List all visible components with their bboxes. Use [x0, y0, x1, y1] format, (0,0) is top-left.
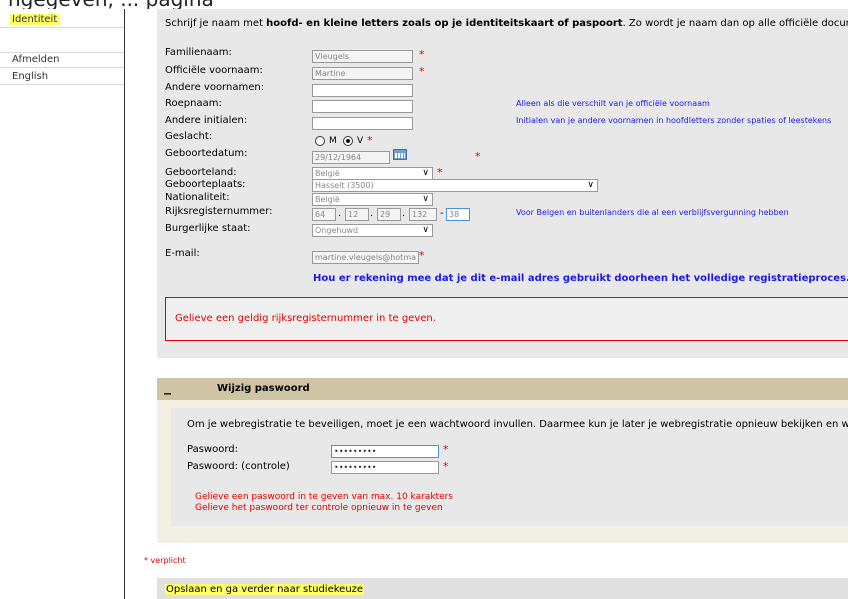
label-geboorteplaats: Geboorteplaats:: [165, 179, 246, 190]
sidebar-item-label: Identiteit: [10, 14, 60, 25]
geboorteplaats-select[interactable]: Hasselt (3500) ∨: [312, 179, 598, 192]
save-bar: Opslaan en ga verder naar studiekeuze: [157, 578, 848, 599]
label-initialen: Andere initialen:: [165, 115, 248, 126]
rijksregister-separator: .: [338, 208, 342, 219]
password-panel-header[interactable]: _ Wijzig paswoord: [157, 378, 848, 400]
label-roepnaam: Roepnaam:: [165, 98, 222, 109]
collapse-toggle[interactable]: _: [164, 379, 171, 395]
sidebar-item-label: English: [12, 71, 49, 82]
label-paswoord: Paswoord:: [187, 444, 238, 455]
label-burgerlijke-staat: Burgerlijke staat:: [165, 223, 251, 234]
label-nationaliteit: Nationaliteit:: [165, 192, 230, 203]
identity-section: Schrijf je naam met hoofd- en kleine let…: [157, 9, 848, 358]
geslacht-v-label: V: [357, 136, 364, 146]
burgerlijke-staat-select[interactable]: Ongehuwd ∨: [312, 224, 433, 237]
required-star: *: [443, 443, 449, 456]
rijksregister-error-box: Gelieve een geldig rijksregisternummer i…: [165, 297, 848, 341]
password-panel: _ Wijzig paswoord Om je webregistratie t…: [157, 378, 848, 543]
label-rijksregister: Rijksregisternummer:: [165, 206, 273, 217]
password-error-2: Gelieve het paswoord ter controle opnieu…: [195, 503, 443, 513]
sidebar-item-identiteit[interactable]: Identiteit: [0, 13, 124, 28]
initialen-note: Initialen van je andere voornamen in hoo…: [516, 116, 832, 125]
label-voornaam: Officiële voornaam:: [165, 65, 263, 76]
andere-voornamen-input[interactable]: [312, 84, 413, 97]
sidebar-item-afmelden[interactable]: Afmelden: [0, 52, 124, 68]
rijksregister-note: Voor Belgen en buitenlanders die al een …: [516, 208, 789, 217]
chevron-down-icon: ∨: [422, 168, 429, 178]
required-star: *: [443, 460, 449, 473]
chevron-down-icon: ∨: [587, 180, 594, 190]
required-star: *: [437, 166, 443, 179]
rijksregister-part5-input[interactable]: 38: [446, 208, 470, 221]
password-panel-body: Om je webregistratie te beveiligen, moet…: [171, 408, 848, 526]
calendar-icon[interactable]: [393, 149, 407, 160]
rijksregister-part3-input[interactable]: 29: [377, 208, 401, 221]
voornaam-input[interactable]: Martine: [312, 67, 413, 80]
required-star: *: [419, 48, 425, 61]
chevron-down-icon: ∨: [422, 225, 429, 235]
roepnaam-note: Alleen als die verschilt van je officiël…: [516, 99, 710, 108]
label-paswoord-controle: Paswoord: (controle): [187, 461, 290, 472]
paswoord-input[interactable]: •••••••••: [331, 445, 439, 458]
roepnaam-input[interactable]: [312, 100, 413, 113]
required-star: *: [475, 150, 481, 163]
familienaam-input[interactable]: Vleugels: [312, 50, 413, 63]
sidebar-item-label: Afmelden: [12, 54, 60, 65]
identity-intro: Schrijf je naam met hoofd- en kleine let…: [165, 18, 848, 29]
label-andere-voornamen: Andere voornamen:: [165, 82, 265, 93]
label-geboorteland: Geboorteland:: [165, 167, 237, 178]
save-continue-button[interactable]: Opslaan en ga verder naar studiekeuze: [165, 584, 365, 595]
rijksregister-separator: .: [370, 208, 374, 219]
required-legend: * verplicht: [144, 556, 186, 565]
rijksregister-part2-input[interactable]: 12: [345, 208, 369, 221]
password-panel-title: Wijzig paswoord: [217, 383, 310, 394]
geslacht-v-radio[interactable]: [343, 136, 353, 146]
rijksregister-part1-input[interactable]: 64: [312, 208, 336, 221]
required-star: *: [367, 134, 373, 147]
nationaliteit-select[interactable]: België ∨: [312, 193, 433, 206]
label-geboortedatum: Geboortedatum:: [165, 148, 248, 159]
label-familienaam: Familienaam:: [165, 47, 232, 58]
geslacht-m-label: M: [329, 136, 337, 146]
label-email: E-mail:: [165, 248, 200, 259]
password-intro: Om je webregistratie te beveiligen, moet…: [187, 419, 848, 430]
password-error-1: Gelieve een paswoord in te geven van max…: [195, 492, 453, 502]
email-input[interactable]: martine.vleugels@hotma: [312, 251, 419, 264]
rijksregister-part4-input[interactable]: 132: [409, 208, 437, 221]
geslacht-m-radio[interactable]: [315, 136, 325, 146]
required-star: *: [419, 249, 425, 262]
initialen-input[interactable]: [312, 117, 413, 130]
rijksregister-error: Gelieve een geldig rijksregisternummer i…: [175, 313, 436, 324]
rijksregister-separator: .: [402, 208, 406, 219]
paswoord-controle-input[interactable]: •••••••••: [331, 461, 439, 474]
rijksregister-separator: -: [440, 208, 444, 219]
chevron-down-icon: ∨: [422, 194, 429, 204]
top-clipped-text: ngegeven, ... pagina: [0, 0, 848, 9]
email-warning: Hou er rekening mee dat je dit e-mail ad…: [313, 273, 848, 284]
label-geslacht: Geslacht:: [165, 131, 213, 142]
sidebar: Identiteit Afmelden English: [0, 9, 125, 599]
geboortedatum-input[interactable]: 29/12/1964: [312, 151, 390, 164]
sidebar-item-english[interactable]: English: [0, 70, 124, 85]
required-star: *: [419, 65, 425, 78]
